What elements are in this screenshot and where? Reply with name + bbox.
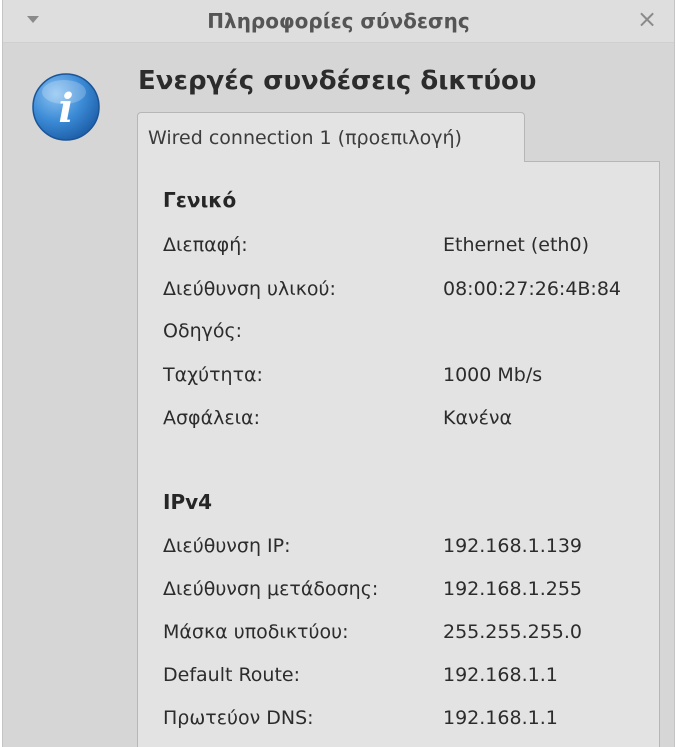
primary-dns-value: 192.168.1.1 (443, 707, 558, 729)
default-route-value: 192.168.1.1 (443, 664, 558, 686)
driver-label: Οδηγός: (163, 320, 243, 342)
ip-address-label: Διεύθυνση IP: (163, 535, 291, 557)
broadcast-address-value: 192.168.1.255 (443, 578, 583, 600)
interface-label: Διεπαφή: (163, 234, 248, 256)
close-icon: × (636, 5, 658, 33)
ip-address-value: 192.168.1.139 (443, 535, 583, 557)
connection-details-panel: Γενικό Διεπαφή: Ethernet (eth0) Διεύθυνσ… (137, 161, 660, 747)
speed-value: 1000 Mb/s (443, 364, 543, 386)
tab-wired-connection-1[interactable]: Wired connection 1 (προεπιλογή) (137, 112, 525, 162)
info-icon: i (32, 73, 100, 141)
title-bar[interactable]: Πληροφορίες σύνδεσης × (3, 0, 674, 43)
security-value: Κανένα (443, 407, 513, 429)
connection-info-dialog: Πληροφορίες σύνδεσης × i Ενεργές συνδέσε… (2, 0, 675, 747)
hardware-address-label: Διεύθυνση υλικού: (163, 278, 336, 300)
default-route-label: Default Route: (163, 664, 301, 686)
broadcast-address-label: Διεύθυνση μετάδοσης: (163, 578, 379, 600)
subnet-mask-value: 255.255.255.0 (443, 621, 583, 643)
svg-text:i: i (58, 85, 73, 132)
tab-label: Wired connection 1 (προεπιλογή) (148, 127, 462, 149)
section-title-ipv4: IPv4 (163, 490, 213, 514)
primary-dns-label: Πρωτεύον DNS: (163, 707, 314, 729)
hardware-address-value: 08:00:27:26:4B:84 (443, 278, 622, 300)
window-title: Πληροφορίες σύνδεσης (207, 9, 470, 33)
security-label: Ασφάλεια: (163, 407, 260, 429)
interface-value: Ethernet (eth0) (443, 234, 589, 256)
section-title-general: Γενικό (163, 188, 237, 212)
subnet-mask-label: Μάσκα υποδικτύου: (163, 621, 349, 643)
close-button[interactable]: × (634, 6, 660, 32)
speed-label: Ταχύτητα: (163, 364, 263, 386)
page-heading: Ενεργές συνδέσεις δικτύου (138, 66, 537, 96)
